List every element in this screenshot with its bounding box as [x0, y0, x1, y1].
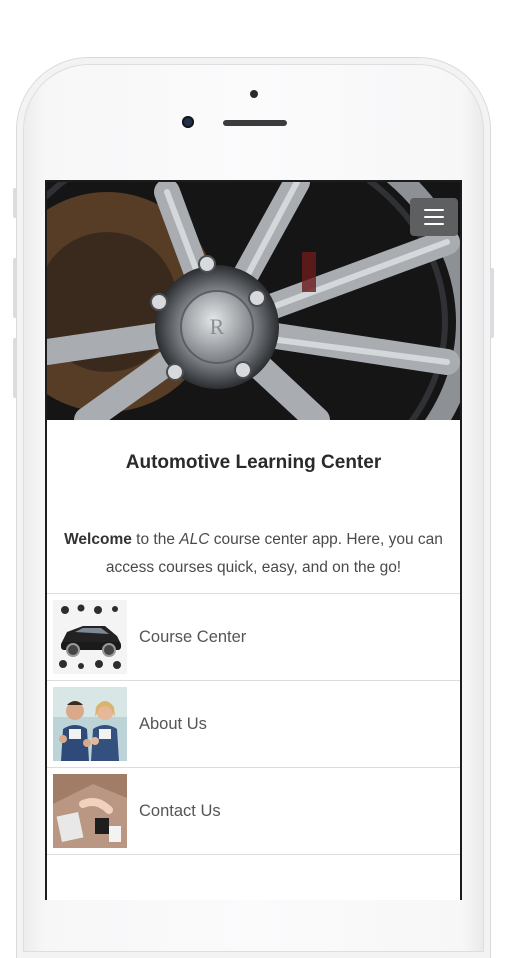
welcome-text: Welcome to the ALC course center app. He… [64, 531, 443, 576]
page-title: Automotive Learning Center [125, 452, 382, 473]
volume-down-button [13, 338, 17, 398]
list-item-label: Course Center [139, 627, 247, 646]
front-sensor [250, 90, 258, 98]
list-item-contact-us[interactable]: Contact Us [47, 768, 460, 855]
nav-list: Course Center About Us Contact Us [47, 593, 460, 855]
list-item-about-us[interactable]: About Us [47, 681, 460, 768]
list-item-label: About Us [139, 714, 207, 733]
car-parts-image [53, 600, 127, 674]
welcome-bold: Welcome [64, 531, 132, 548]
hamburger-icon [424, 209, 444, 211]
menu-button[interactable] [410, 198, 458, 236]
mute-switch [13, 188, 17, 218]
desk-phone-image [53, 774, 127, 848]
list-item-course-center[interactable]: Course Center [47, 594, 460, 681]
volume-up-button [13, 258, 17, 318]
mechanics-image [53, 687, 127, 761]
svg-text:R: R [210, 314, 225, 339]
list-item-label: Contact Us [139, 801, 221, 820]
front-camera [182, 116, 194, 128]
hero-wheel-image: R [47, 182, 460, 420]
app-screen: R Automotive Learning Center Welcome to … [45, 180, 462, 900]
alc-italic: ALC [179, 531, 210, 548]
earpiece-speaker [223, 120, 287, 126]
power-button [490, 268, 494, 338]
